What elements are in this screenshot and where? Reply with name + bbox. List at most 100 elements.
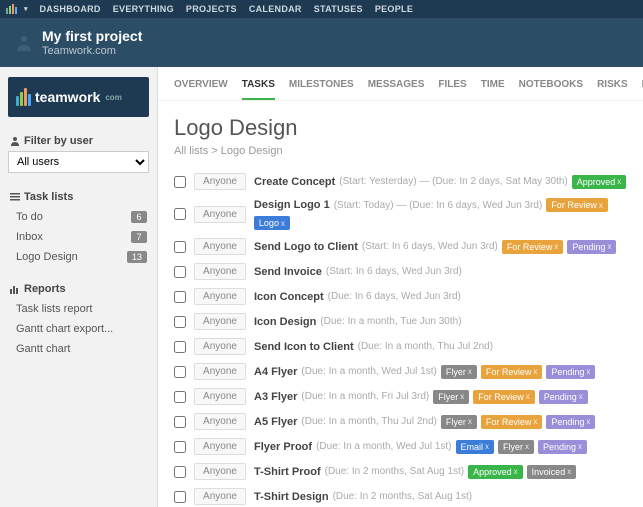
tab-time[interactable]: TIME [481,79,505,100]
task-title[interactable]: Create Concept [254,176,335,188]
task-title[interactable]: Send Icon to Client [254,341,354,353]
topnav-projects[interactable]: PROJECTS [186,4,237,14]
tag-invoiced[interactable]: Invoiced x [527,465,577,479]
tab-files[interactable]: FILES [438,79,466,100]
task-title[interactable]: T-Shirt Proof [254,466,321,478]
tag-for-review[interactable]: For Review x [481,365,543,379]
tab-risks[interactable]: RISKS [597,79,628,100]
tag-pending[interactable]: Pending x [546,365,595,379]
task-title[interactable]: Design Logo 1 [254,199,330,211]
tag-remove-icon[interactable]: x [578,442,582,451]
report-gantt-chart[interactable]: Gantt chart [0,339,157,359]
topnav-people[interactable]: PEOPLE [375,4,413,14]
assignee-button[interactable]: Anyone [194,288,246,305]
assignee-button[interactable]: Anyone [194,388,246,405]
task-title[interactable]: Send Logo to Client [254,241,358,253]
assignee-button[interactable]: Anyone [194,338,246,355]
tag-remove-icon[interactable]: x [460,392,464,401]
tag-remove-icon[interactable]: x [485,442,489,451]
assignee-button[interactable]: Anyone [194,463,246,480]
tag-remove-icon[interactable]: x [281,219,285,228]
tag-approved[interactable]: Approved x [468,465,523,479]
task-title[interactable]: Send Invoice [254,266,322,278]
tag-remove-icon[interactable]: x [617,177,621,186]
tab-messages[interactable]: MESSAGES [368,79,425,100]
tag-for-review[interactable]: For Review x [546,198,608,212]
report-task-lists-report[interactable]: Task lists report [0,299,157,319]
task-checkbox[interactable] [174,491,186,503]
tag-pending[interactable]: Pending x [546,415,595,429]
task-title[interactable]: T-Shirt Design [254,491,329,503]
task-checkbox[interactable] [174,441,186,453]
task-checkbox[interactable] [174,391,186,403]
tag-pending[interactable]: Pending x [567,240,616,254]
tag-remove-icon[interactable]: x [579,392,583,401]
tasklist-logo-design[interactable]: Logo Design13 [0,247,157,267]
assignee-button[interactable]: Anyone [194,438,246,455]
tag-for-review[interactable]: For Review x [481,415,543,429]
task-checkbox[interactable] [174,266,186,278]
assignee-button[interactable]: Anyone [194,363,246,380]
assignee-button[interactable]: Anyone [194,413,246,430]
report-gantt-chart-export-[interactable]: Gantt chart export... [0,319,157,339]
task-checkbox[interactable] [174,291,186,303]
task-title[interactable]: Icon Design [254,316,316,328]
assignee-button[interactable]: Anyone [194,238,246,255]
tag-remove-icon[interactable]: x [567,467,571,476]
tag-pending[interactable]: Pending x [538,440,587,454]
tag-remove-icon[interactable]: x [586,367,590,376]
tag-remove-icon[interactable]: x [607,242,611,251]
tag-pending[interactable]: Pending x [539,390,588,404]
task-checkbox[interactable] [174,416,186,428]
tag-remove-icon[interactable]: x [586,417,590,426]
tag-logo[interactable]: Logo x [254,216,290,230]
topnav-statuses[interactable]: STATUSES [314,4,363,14]
tag-flyer[interactable]: Flyer x [498,440,534,454]
assignee-button[interactable]: Anyone [194,488,246,505]
task-title[interactable]: A4 Flyer [254,366,297,378]
tag-remove-icon[interactable]: x [554,242,558,251]
tag-flyer[interactable]: Flyer x [441,365,477,379]
task-checkbox[interactable] [174,316,186,328]
task-checkbox[interactable] [174,241,186,253]
task-checkbox[interactable] [174,176,186,188]
tag-remove-icon[interactable]: x [533,417,537,426]
task-checkbox[interactable] [174,466,186,478]
task-title[interactable]: A3 Flyer [254,391,297,403]
tag-remove-icon[interactable]: x [514,467,518,476]
tasklist-inbox[interactable]: Inbox7 [0,227,157,247]
task-checkbox[interactable] [174,341,186,353]
assignee-button[interactable]: Anyone [194,313,246,330]
tag-flyer[interactable]: Flyer x [441,415,477,429]
tasklist-to-do[interactable]: To do6 [0,207,157,227]
tag-approved[interactable]: Approved x [572,175,627,189]
tag-email[interactable]: Email x [456,440,495,454]
tag-for-review[interactable]: For Review x [502,240,564,254]
assignee-button[interactable]: Anyone [194,173,246,190]
task-title[interactable]: Flyer Proof [254,441,312,453]
task-checkbox[interactable] [174,208,186,220]
topnav-everything[interactable]: EVERYTHING [113,4,174,14]
tab-notebooks[interactable]: NOTEBOOKS [519,79,583,100]
tab-overview[interactable]: OVERVIEW [174,79,228,100]
tag-flyer[interactable]: Flyer x [433,390,469,404]
topnav-dashboard[interactable]: DASHBOARD [40,4,101,14]
tag-remove-icon[interactable]: x [525,442,529,451]
breadcrumb-root[interactable]: All lists [174,145,208,157]
app-menu-caret-icon[interactable]: ▾ [24,5,28,13]
tag-for-review[interactable]: For Review x [473,390,535,404]
tab-milestones[interactable]: MILESTONES [289,79,354,100]
tag-remove-icon[interactable]: x [468,417,472,426]
tag-remove-icon[interactable]: x [468,367,472,376]
tag-remove-icon[interactable]: x [533,367,537,376]
assignee-button[interactable]: Anyone [194,263,246,280]
task-title[interactable]: A5 Flyer [254,416,297,428]
task-checkbox[interactable] [174,366,186,378]
assignee-button[interactable]: Anyone [194,206,246,223]
filter-user-select[interactable]: All users [8,151,149,173]
task-title[interactable]: Icon Concept [254,291,324,303]
tag-remove-icon[interactable]: x [599,201,603,210]
tag-remove-icon[interactable]: x [526,392,530,401]
topnav-calendar[interactable]: CALENDAR [249,4,302,14]
tab-tasks[interactable]: TASKS [242,79,275,100]
